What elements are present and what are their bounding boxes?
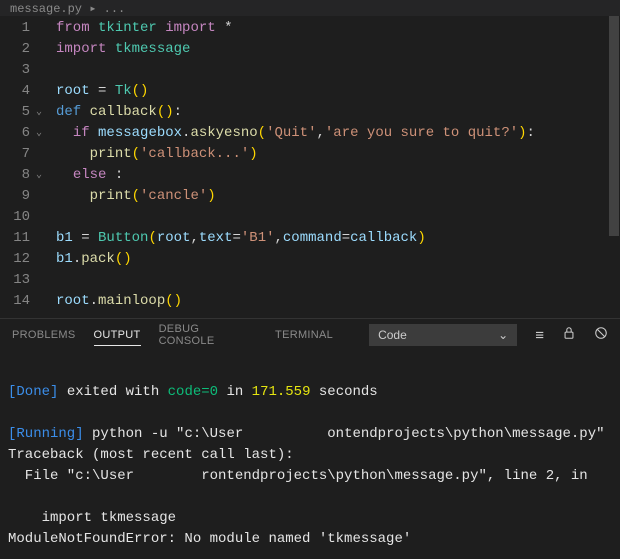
line-number: 6⌄ [0, 123, 30, 144]
code-line[interactable]: def callback(): [56, 102, 620, 123]
exit-code: code=0 [168, 384, 218, 400]
line-number: 4 [0, 81, 30, 102]
clear-output-icon[interactable] [594, 326, 608, 344]
line-number: 7 [0, 144, 30, 165]
line-number: 13 [0, 270, 30, 291]
fold-icon[interactable]: ⌄ [36, 165, 42, 186]
chevron-down-icon: ⌄ [498, 328, 508, 342]
line-number: 8⌄ [0, 165, 30, 186]
code-editor[interactable]: 12345⌄6⌄78⌄91011121314 from tkinter impo… [0, 16, 620, 318]
scrollbar-thumb[interactable] [609, 16, 619, 236]
code-line[interactable]: if messagebox.askyesno('Quit','are you s… [56, 123, 620, 144]
output-channel-dropdown[interactable]: Code ⌄ [369, 324, 517, 346]
traceback-line [8, 489, 25, 505]
code-line[interactable]: print('callback...') [56, 144, 620, 165]
tab-title: message.py ▸ ... [10, 1, 125, 16]
panel-tab-bar: PROBLEMS OUTPUT DEBUG CONSOLE TERMINAL C… [0, 318, 620, 351]
done-text: exited with [58, 384, 167, 400]
done-tag: [Done] [8, 384, 58, 400]
code-line[interactable]: import tkmessage [56, 39, 620, 60]
traceback-line: File "c:\User rontendprojects\python\mes… [8, 468, 588, 484]
line-number: 1 [0, 18, 30, 39]
code-line[interactable] [56, 207, 620, 228]
dropdown-value: Code [378, 328, 407, 342]
code-line[interactable]: root = Tk() [56, 81, 620, 102]
filter-icon[interactable]: ≡ [535, 327, 544, 344]
tab-problems[interactable]: PROBLEMS [12, 329, 76, 341]
traceback-line: Traceback (most recent call last): [8, 447, 294, 463]
line-number: 12 [0, 249, 30, 270]
line-number: 2 [0, 39, 30, 60]
code-area[interactable]: from tkinter import *import tkmessage roo… [40, 16, 620, 318]
lock-scroll-icon[interactable] [562, 326, 576, 344]
line-number: 14 [0, 291, 30, 312]
tab-output[interactable]: OUTPUT [94, 329, 141, 346]
code-line[interactable] [56, 270, 620, 291]
output-panel[interactable]: [Done] exited with code=0 in 171.559 sec… [0, 351, 620, 559]
code-line[interactable]: root.mainloop() [56, 291, 620, 312]
error-line: ModuleNotFoundError: No module named 'tk… [8, 531, 411, 547]
tab-terminal[interactable]: TERMINAL [275, 329, 333, 341]
fold-icon[interactable]: ⌄ [36, 123, 42, 144]
running-tag: [Running] [8, 426, 84, 442]
traceback-line: import tkmessage [8, 510, 176, 526]
code-line[interactable] [56, 60, 620, 81]
fold-icon[interactable]: ⌄ [36, 102, 42, 123]
editor-scrollbar[interactable] [608, 16, 620, 318]
code-line[interactable]: print('cancle') [56, 186, 620, 207]
line-number: 5⌄ [0, 102, 30, 123]
code-line[interactable]: from tkinter import * [56, 18, 620, 39]
tab-debug-console[interactable]: DEBUG CONSOLE [159, 323, 257, 347]
line-number: 3 [0, 60, 30, 81]
elapsed-time: 171.559 [252, 384, 311, 400]
code-line[interactable]: else : [56, 165, 620, 186]
running-cmd: python -u "c:\User ontendprojects\python… [84, 426, 605, 442]
code-line[interactable]: b1 = Button(root,text='B1',command=callb… [56, 228, 620, 249]
line-number: 9 [0, 186, 30, 207]
tab-bar: message.py ▸ ... [0, 0, 620, 16]
line-gutter: 12345⌄6⌄78⌄91011121314 [0, 16, 40, 318]
line-number: 10 [0, 207, 30, 228]
line-number: 11 [0, 228, 30, 249]
code-line[interactable]: b1.pack() [56, 249, 620, 270]
